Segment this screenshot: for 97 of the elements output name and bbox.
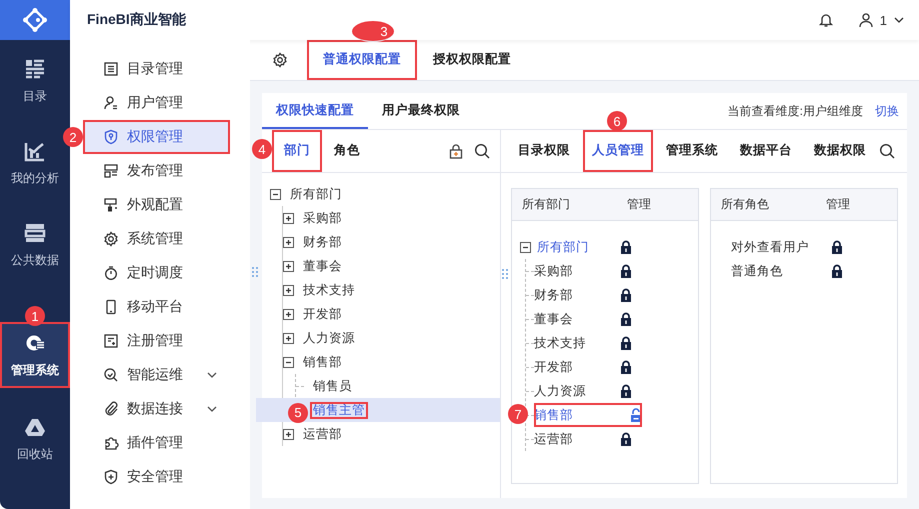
menu-item[interactable]: 数据连接	[83, 392, 230, 426]
menu-item[interactable]: 目录管理	[83, 52, 230, 86]
layout-icon	[103, 163, 119, 179]
user-menu[interactable]: 1	[858, 12, 905, 28]
collapse-toggle-icon[interactable]	[520, 242, 531, 252]
step-badge: 5	[288, 402, 308, 422]
tab[interactable]: 人员管理	[583, 130, 653, 172]
step-badge: 2	[63, 127, 83, 147]
tree-node[interactable]: 技术支持	[300, 282, 358, 298]
tree-node[interactable]: 运营部	[534, 430, 573, 448]
step-badge: 4	[252, 139, 272, 159]
expand-toggle-icon[interactable]	[283, 428, 294, 440]
rail-item[interactable]: 公共数据	[6, 204, 64, 286]
tree-node[interactable]: 开发部	[534, 358, 573, 376]
magnifier-icon	[103, 367, 119, 383]
tree-node[interactable]: 人力资源	[300, 330, 358, 346]
menu-item[interactable]: 智能运维	[83, 358, 230, 392]
brush-icon	[103, 197, 119, 213]
drag-handle-icon	[502, 268, 508, 280]
tree-node[interactable]: 销售员	[310, 378, 355, 394]
settings-icon	[272, 52, 288, 68]
menu-item[interactable]: 安全管理	[83, 460, 230, 494]
column-header: 所有部门	[522, 196, 571, 213]
bell-icon[interactable]	[818, 12, 834, 28]
menu-item[interactable]: 外观配置	[83, 188, 230, 222]
lock-icon[interactable]	[448, 143, 464, 159]
tree-node[interactable]: 采购部	[300, 210, 345, 226]
column-header: 管理	[627, 196, 651, 213]
tree-node[interactable]: 财务部	[300, 234, 345, 250]
list-icon	[103, 61, 119, 77]
dimension-label: 当前查看维度:用户组维度	[728, 102, 863, 120]
expand-toggle-icon[interactable]	[283, 332, 294, 344]
tree-node[interactable]: 董事会	[300, 258, 345, 274]
expand-toggle-icon[interactable]	[283, 308, 294, 320]
rail-item[interactable]: 回收站	[6, 398, 64, 480]
step-badge: 1	[25, 306, 45, 326]
column-header: 所有角色	[721, 196, 770, 213]
rail-item[interactable]: 我的分析	[6, 122, 64, 204]
drag-handle-icon	[252, 266, 258, 278]
expand-toggle-icon[interactable]	[283, 284, 294, 296]
step-badge: 6	[607, 111, 627, 131]
menu-item[interactable]: 定时调度	[83, 256, 230, 290]
gear-icon	[103, 231, 119, 247]
puzzle-icon	[103, 435, 119, 451]
tree-node[interactable]: 开发部	[300, 306, 345, 322]
bars-icon	[24, 58, 46, 80]
tree-node[interactable]: 人力资源	[534, 382, 586, 400]
expand-toggle-icon[interactable]	[283, 260, 294, 272]
paperclip-icon	[103, 401, 119, 417]
tree-node[interactable]: 销售主管	[310, 402, 368, 418]
user-icon	[858, 12, 874, 28]
menu-item[interactable]: 系统管理	[83, 222, 230, 256]
tree-node[interactable]: 运营部	[300, 426, 345, 442]
role-name[interactable]: 对外查看用户	[731, 238, 831, 256]
search-icon[interactable]	[474, 143, 490, 159]
tree-node[interactable]: 销售部	[300, 354, 345, 370]
rail-item[interactable]: 管理系统	[0, 322, 70, 388]
switch-link[interactable]: 切换	[875, 102, 899, 120]
database-icon	[24, 222, 46, 244]
tab[interactable]: 用户最终权限	[368, 93, 474, 129]
tab[interactable]: 权限快速配置	[262, 93, 368, 129]
tab[interactable]: 部门	[272, 130, 322, 172]
tab[interactable]: 数据权限	[805, 130, 875, 172]
expand-toggle-icon[interactable]	[283, 212, 294, 224]
tree-node[interactable]: 技术支持	[534, 334, 586, 352]
tree-node[interactable]: 董事会	[534, 310, 573, 328]
tree-node[interactable]: 财务部	[534, 286, 573, 304]
tree-node[interactable]: 所有部门	[537, 238, 589, 256]
step-badge: 7	[508, 404, 528, 424]
user-icon	[103, 95, 119, 111]
search-icon[interactable]	[879, 143, 895, 159]
tab[interactable]: 管理系统	[657, 130, 727, 172]
tab[interactable]: 普通权限配置	[307, 40, 417, 80]
shield-plus-icon	[103, 469, 119, 485]
menu-item[interactable]: 用户管理	[83, 86, 230, 120]
stopwatch-icon	[103, 265, 119, 281]
tree-node[interactable]: 所有部门	[287, 186, 345, 202]
menu-item[interactable]: 权限管理	[83, 120, 230, 154]
tree-node[interactable]: 采购部	[534, 262, 573, 280]
menu-item[interactable]: 发布管理	[83, 154, 230, 188]
tab[interactable]: 角色	[322, 130, 372, 172]
network-logo-icon	[22, 7, 48, 33]
menu-item[interactable]: 插件管理	[83, 426, 230, 460]
role-name[interactable]: 普通角色	[731, 262, 831, 280]
shield-icon	[103, 129, 119, 145]
tab[interactable]: 数据平台	[731, 130, 801, 172]
tab[interactable]: 授权权限配置	[417, 40, 527, 80]
rail-item[interactable]: 目录	[6, 40, 64, 122]
tab[interactable]: 目录权限	[509, 130, 579, 172]
expand-toggle-icon[interactable]	[283, 236, 294, 248]
app-title: FineBI商业智能	[87, 11, 187, 29]
collapse-toggle-icon[interactable]	[283, 356, 294, 368]
menu-item[interactable]: 注册管理	[83, 324, 230, 358]
column-header: 管理	[826, 196, 850, 213]
menu-item[interactable]: 移动平台	[83, 290, 230, 324]
collapse-toggle-icon[interactable]	[270, 188, 281, 200]
form-icon	[103, 333, 119, 349]
